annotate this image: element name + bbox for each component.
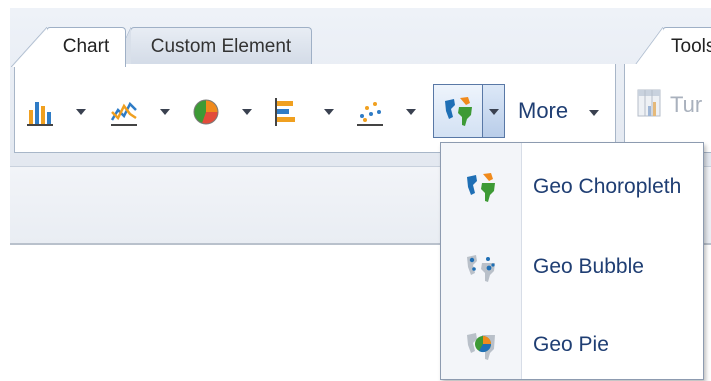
- table-chart-icon: [637, 89, 661, 117]
- menu-item-label: Geo Pie: [533, 333, 609, 356]
- line-chart-button[interactable]: [110, 90, 170, 134]
- scatter-chart-button[interactable]: [356, 90, 416, 134]
- geo-map-icon: [445, 97, 472, 126]
- line-chart-dropdown-arrow[interactable]: [160, 109, 170, 115]
- horizontal-bar-chart-button[interactable]: [272, 90, 334, 134]
- tab-chart[interactable]: Chart: [11, 27, 126, 67]
- bar-chart-icon: [27, 102, 53, 126]
- scatter-chart-icon: [357, 102, 383, 126]
- tab-tools[interactable]: Tools: [635, 27, 711, 65]
- geo-choropleth-icon: [467, 173, 495, 202]
- geo-pie-icon: [467, 333, 495, 360]
- menu-item-geo-pie[interactable]: Geo Pie: [441, 311, 703, 381]
- more-charts-button[interactable]: More: [518, 98, 568, 124]
- turn-button[interactable]: Tur: [636, 88, 702, 122]
- geo-bubble-icon: [467, 255, 495, 282]
- horizontal-bar-chart-dropdown-arrow[interactable]: [324, 109, 334, 115]
- menu-item-geo-choropleth[interactable]: Geo Choropleth: [441, 153, 703, 223]
- geo-map-button[interactable]: [433, 84, 505, 138]
- scatter-chart-dropdown-arrow[interactable]: [406, 109, 416, 115]
- tab-custom-element[interactable]: Custom Element: [113, 27, 312, 65]
- bar-chart-button[interactable]: [26, 90, 86, 134]
- bar-chart-dropdown-arrow[interactable]: [76, 109, 86, 115]
- menu-item-label: Geo Choropleth: [533, 175, 682, 198]
- menu-item-label: Geo Bubble: [533, 255, 644, 278]
- pie-chart-dropdown-arrow[interactable]: [242, 109, 252, 115]
- pie-chart-icon: [193, 99, 219, 125]
- geo-map-dropdown-arrow[interactable]: [489, 109, 499, 115]
- more-dropdown-arrow[interactable]: [589, 110, 599, 116]
- menu-item-geo-bubble[interactable]: Geo Bubble: [441, 233, 703, 303]
- line-chart-icon: [110, 101, 137, 126]
- geo-chart-dropdown-menu: Geo Choropleth Geo Bubble Geo Pie: [440, 142, 704, 380]
- pie-chart-button[interactable]: [192, 90, 252, 134]
- turn-button-label: Tur: [670, 92, 703, 117]
- horizontal-bar-chart-icon: [275, 98, 295, 126]
